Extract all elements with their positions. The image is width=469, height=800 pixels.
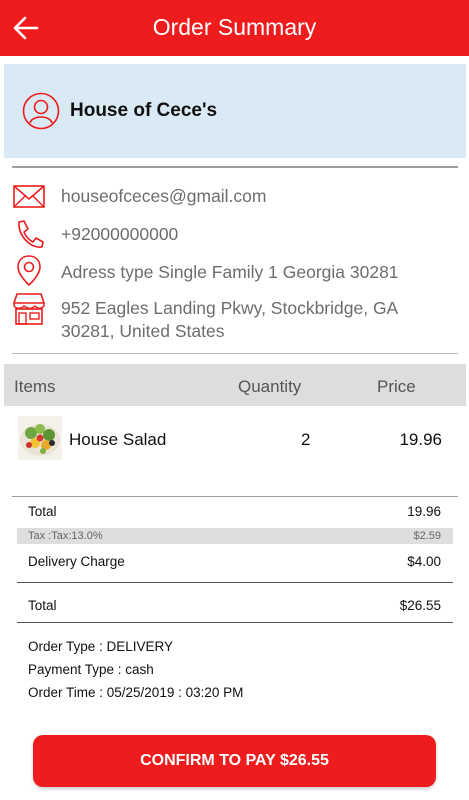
envelope-icon — [13, 185, 45, 208]
items-table-header: Items Quantity Price — [4, 364, 466, 406]
phone-text: +92000000000 — [61, 224, 179, 244]
address-line-2: 30281, United States — [61, 321, 225, 341]
order-type: Order Type : DELIVERY — [28, 639, 174, 654]
delivery-charge-label: Delivery Charge — [28, 554, 125, 569]
grand-total-value: $26.55 — [399, 598, 441, 613]
delivery-charge-row: Delivery Charge $4.00 — [17, 554, 453, 570]
payment-type: Payment Type : cash — [28, 662, 154, 677]
column-header-quantity: Quantity — [238, 377, 302, 396]
phone-row: +92000000000 — [12, 218, 462, 252]
subtotal-row: Total 19.96 — [17, 504, 453, 520]
item-quantity: 2 — [301, 430, 311, 449]
item-row[interactable]: House Salad 2 19.96 — [4, 412, 466, 466]
tax-row: Tax :Tax:13.0% $2.59 — [17, 528, 453, 544]
column-header-price: Price — [377, 377, 416, 396]
confirm-pay-button[interactable]: CONFIRM TO PAY $26.55 — [33, 735, 436, 787]
store-card: House of Cece's — [4, 64, 466, 158]
item-image — [18, 416, 62, 460]
page-title: Order Summary — [152, 14, 317, 40]
column-header-items: Items — [14, 377, 56, 396]
store-name: House of Cece's — [70, 100, 218, 121]
grand-total-row: Total $26.55 — [17, 598, 453, 614]
address-line-1: 952 Eagles Landing Pkwy, Stockbridge, GA — [61, 298, 399, 318]
email-text: houseofceces@gmail.com — [61, 186, 267, 206]
item-price: 19.96 — [399, 430, 442, 449]
divider — [17, 622, 453, 623]
divider — [12, 496, 458, 497]
tax-label: Tax :Tax:13.0% — [28, 530, 103, 542]
storefront-icon — [13, 293, 45, 325]
delivery-charge-value: $4.00 — [407, 554, 441, 569]
divider — [12, 166, 458, 168]
phone-icon — [18, 220, 44, 248]
divider — [12, 353, 458, 354]
address-type-text: Adress type Single Family 1 Georgia 3028… — [61, 262, 399, 282]
app-bar: Order Summary — [0, 0, 469, 56]
item-name: House Salad — [69, 430, 167, 449]
tax-value: $2.59 — [413, 530, 441, 542]
user-circle-icon — [22, 92, 60, 130]
divider — [17, 582, 453, 583]
address-type-row: Adress type Single Family 1 Georgia 3028… — [12, 254, 462, 290]
subtotal-label: Total — [28, 504, 57, 519]
subtotal-value: 19.96 — [407, 504, 441, 519]
order-time: Order Time : 05/25/2019 : 03:20 PM — [28, 685, 244, 700]
address-row: 952 Eagles Landing Pkwy, Stockbridge, GA… — [12, 292, 462, 342]
grand-total-label: Total — [28, 598, 57, 613]
email-row: houseofceces@gmail.com — [12, 180, 462, 214]
location-pin-icon — [17, 255, 41, 287]
